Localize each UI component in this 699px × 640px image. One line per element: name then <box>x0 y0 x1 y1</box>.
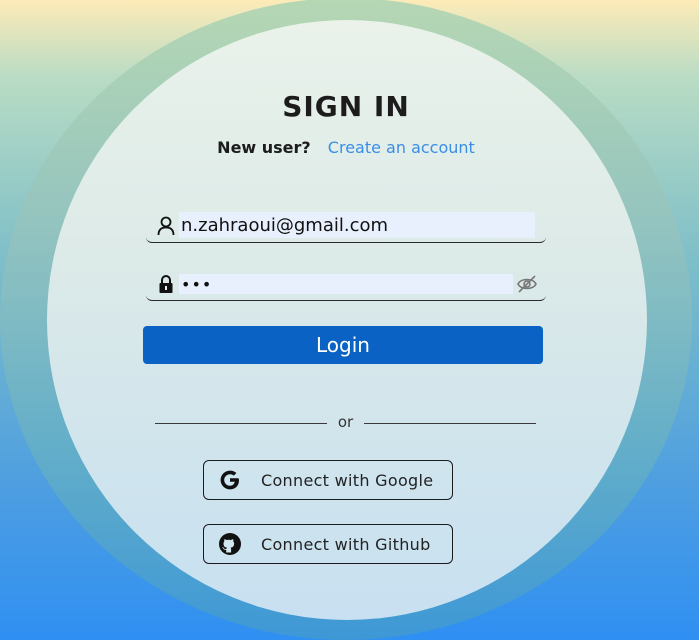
page-title: SIGN IN <box>282 90 410 123</box>
create-account-link[interactable]: Create an account <box>328 138 475 157</box>
github-button-label: Connect with Github <box>261 535 431 554</box>
password-input[interactable] <box>179 274 513 294</box>
connect-github-button[interactable]: Connect with Github <box>203 524 453 564</box>
eye-off-icon[interactable] <box>516 274 538 294</box>
divider-line-right <box>364 423 536 424</box>
github-icon <box>218 532 242 556</box>
new-user-label: New user? <box>217 138 311 157</box>
divider-line-left <box>155 423 327 424</box>
email-input[interactable] <box>179 212 535 238</box>
google-icon <box>218 468 242 492</box>
password-field <box>146 270 546 301</box>
login-button[interactable]: Login <box>143 326 543 364</box>
connect-google-button[interactable]: Connect with Google <box>203 460 453 500</box>
user-icon <box>156 215 176 237</box>
signup-prompt: New user? Create an account <box>0 138 692 157</box>
email-field <box>146 212 546 243</box>
divider-text: or <box>337 413 354 431</box>
google-button-label: Connect with Google <box>261 471 434 490</box>
lock-icon <box>156 273 176 295</box>
